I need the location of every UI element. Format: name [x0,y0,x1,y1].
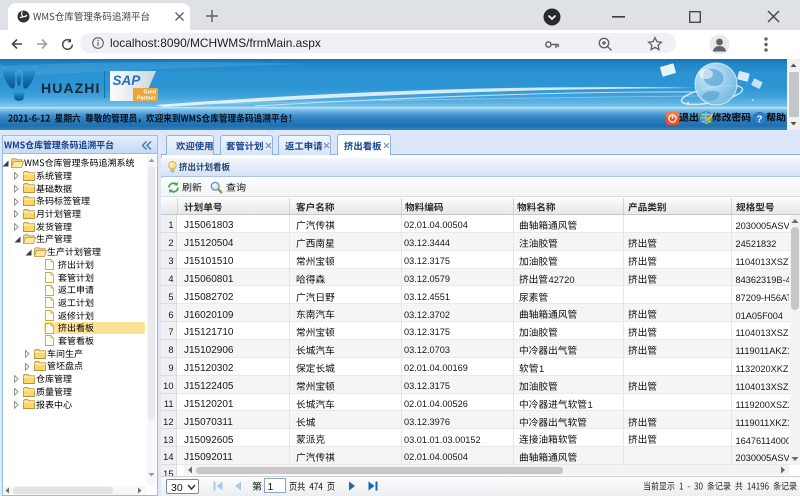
svg-text:Partner: Partner [137,96,157,102]
svg-text:?: ? [757,114,763,125]
svg-text:SAP: SAP [113,73,142,88]
